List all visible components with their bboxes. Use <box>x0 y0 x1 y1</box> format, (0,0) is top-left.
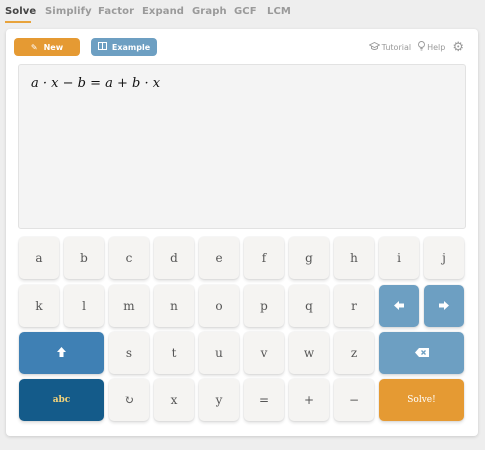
new-button-label: New <box>43 42 64 52</box>
solver-card: ✎ New Example Tutorial Help ⚙ a · x − b … <box>6 29 478 436</box>
key-f[interactable]: f <box>244 237 284 279</box>
key-k[interactable]: k <box>19 285 59 327</box>
key-b[interactable]: b <box>64 237 104 279</box>
tab-expand[interactable]: Expand <box>142 6 184 17</box>
cursor-right-button[interactable] <box>424 285 464 327</box>
expression-text: a · x − b = a + b · x <box>31 76 161 91</box>
key-n[interactable]: n <box>154 285 194 327</box>
tab-factor[interactable]: Factor <box>98 6 134 17</box>
new-button[interactable]: ✎ New <box>14 38 80 56</box>
active-tab-indicator <box>5 21 31 23</box>
help-label: Help <box>427 42 446 52</box>
abc-toggle-button[interactable]: abc <box>19 379 104 421</box>
key-p[interactable]: p <box>244 285 284 327</box>
key-x[interactable]: x <box>154 379 194 421</box>
arrow-right-icon <box>439 299 449 313</box>
key-d[interactable]: d <box>154 237 194 279</box>
top-links: Tutorial Help ⚙ <box>368 40 464 54</box>
pencil-icon: ✎ <box>30 42 38 52</box>
tab-simplify[interactable]: Simplify <box>45 6 92 17</box>
arrow-left-icon <box>394 299 404 313</box>
key-c[interactable]: c <box>109 237 149 279</box>
tab-lcm[interactable]: LCM <box>267 6 291 17</box>
key-h[interactable]: h <box>334 237 374 279</box>
tab-gcf[interactable]: GCF <box>234 6 257 17</box>
key-y[interactable]: y <box>199 379 239 421</box>
shift-button[interactable] <box>19 332 104 374</box>
example-button-label: Example <box>111 42 151 52</box>
book-icon <box>97 42 107 52</box>
key-v[interactable]: v <box>244 332 284 374</box>
key-e[interactable]: e <box>199 237 239 279</box>
key-i[interactable]: i <box>379 237 419 279</box>
gear-icon[interactable]: ⚙ <box>452 41 464 54</box>
key-s[interactable]: s <box>109 332 149 374</box>
key-minus[interactable]: − <box>334 379 374 421</box>
tab-solve[interactable]: Solve <box>5 6 36 17</box>
tab-graph[interactable]: Graph <box>192 6 227 17</box>
tutorial-link[interactable]: Tutorial <box>368 41 412 53</box>
tutorial-label: Tutorial <box>381 42 412 52</box>
key-l[interactable]: l <box>64 285 104 327</box>
key-r[interactable]: r <box>334 285 374 327</box>
backspace-button[interactable] <box>379 332 464 374</box>
graduation-cap-icon <box>368 41 381 53</box>
mode-tabs: Solve Simplify Factor Expand Graph GCF L… <box>0 0 485 28</box>
arrow-up-icon <box>57 346 66 360</box>
cursor-left-button[interactable] <box>379 285 419 327</box>
key-t[interactable]: t <box>154 332 194 374</box>
key-a[interactable]: a <box>19 237 59 279</box>
undo-icon: ↻ <box>123 393 135 407</box>
key-equals[interactable]: = <box>244 379 284 421</box>
help-link[interactable]: Help <box>418 41 445 53</box>
key-w[interactable]: w <box>289 332 329 374</box>
backspace-icon <box>414 346 429 360</box>
key-j[interactable]: j <box>424 237 464 279</box>
key-z[interactable]: z <box>334 332 374 374</box>
key-u[interactable]: u <box>199 332 239 374</box>
key-o[interactable]: o <box>199 285 239 327</box>
key-g[interactable]: g <box>289 237 329 279</box>
key-plus[interactable]: + <box>289 379 329 421</box>
expression-editor[interactable]: a · x − b = a + b · x <box>18 64 466 229</box>
lightbulb-icon <box>418 41 426 53</box>
undo-button[interactable]: ↻ <box>109 379 149 421</box>
solve-button[interactable]: Solve! <box>379 379 464 421</box>
key-m[interactable]: m <box>109 285 149 327</box>
example-button[interactable]: Example <box>91 38 157 56</box>
key-q[interactable]: q <box>289 285 329 327</box>
